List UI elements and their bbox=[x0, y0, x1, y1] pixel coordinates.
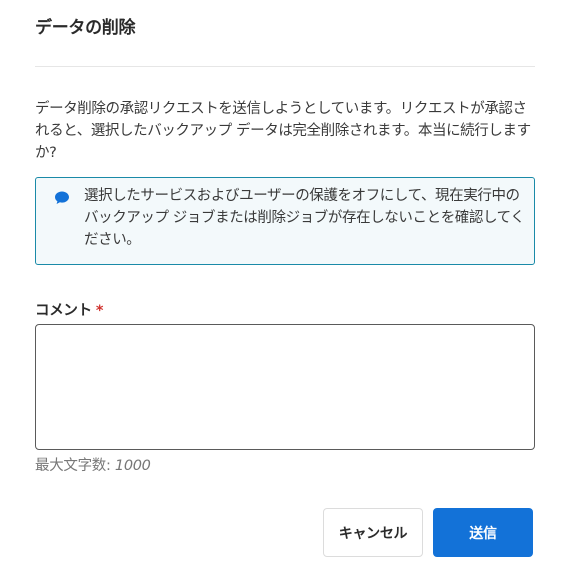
max-characters-hint: 最大文字数: 1000 bbox=[35, 454, 151, 475]
dialog-title: データの削除 bbox=[35, 18, 136, 38]
cancel-button[interactable]: キャンセル bbox=[323, 508, 423, 557]
info-text: 選択したサービスおよびユーザーの保護をオフにして、現在実行中のバックアップ ジョ… bbox=[84, 188, 525, 248]
comment-label: コメント * bbox=[35, 299, 103, 320]
info-notice: 選択したサービスおよびユーザーの保護をオフにして、現在実行中のバックアップ ジョ… bbox=[35, 177, 535, 265]
delete-data-dialog: データの削除 データ削除の承認リクエストを送信しようとしています。リクエストが承… bbox=[0, 0, 569, 583]
chat-bubble-icon bbox=[54, 190, 70, 206]
max-characters-label: 最大文字数: bbox=[35, 458, 111, 474]
confirmation-message: データ削除の承認リクエストを送信しようとしています。リクエストが承認されると、選… bbox=[35, 101, 531, 161]
title-divider bbox=[35, 66, 535, 67]
submit-button[interactable]: 送信 bbox=[433, 508, 533, 557]
comment-input[interactable] bbox=[35, 324, 535, 450]
comment-label-text: コメント bbox=[35, 303, 92, 319]
max-characters-value: 1000 bbox=[114, 458, 151, 474]
required-mark: * bbox=[95, 303, 104, 319]
